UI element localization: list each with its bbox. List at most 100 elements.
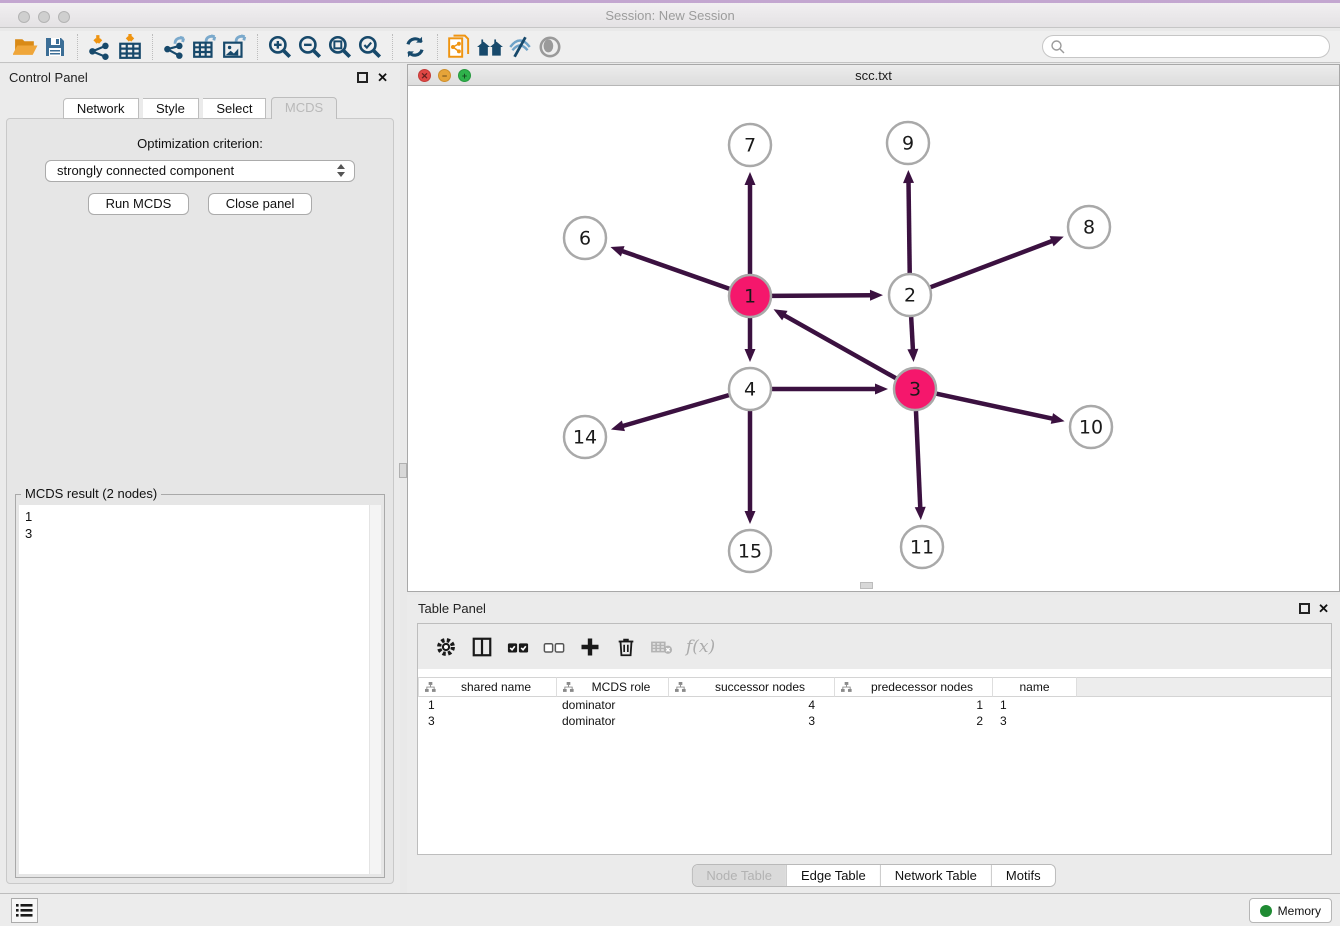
network-minimize-icon[interactable]: − [438,69,451,82]
graph-edge-2-9[interactable] [909,181,910,273]
table-header-row: shared name MCDS role successor nodes pr… [418,677,1331,697]
mcds-result-list[interactable]: 1 3 [19,505,381,874]
close-panel-icon[interactable]: ✕ [1318,601,1329,617]
create-column-icon[interactable] [572,631,608,663]
hide-selected-icon[interactable] [505,33,535,61]
graph-edge-arrowhead [870,290,883,301]
tab-network-table[interactable]: Network Table [880,865,991,886]
graph-edge-arrowhead [915,507,926,520]
import-network-icon[interactable] [85,33,115,61]
criterion-select[interactable]: strongly connected component [45,160,355,182]
canvas-resize-handle[interactable] [860,582,873,589]
graph-node-label: 6 [579,228,591,250]
mcds-result-title: MCDS result (2 nodes) [21,486,161,501]
graph-edge-2-8[interactable] [931,240,1054,287]
column-header-predecessor-nodes[interactable]: predecessor nodes [835,677,993,697]
graph-edge-3-11[interactable] [916,411,920,509]
window-close-icon[interactable] [18,11,30,23]
graph-node-label: 15 [738,541,762,563]
graph-edge-4-14[interactable] [621,395,728,426]
graph-node-label: 2 [904,285,916,307]
table-settings-icon[interactable] [428,631,464,663]
column-header-mcds-role[interactable]: MCDS role [557,677,669,697]
list-icon [16,903,33,918]
network-view-window: ✕ − + scc.txt 7968124314101511 [407,64,1340,592]
tab-select[interactable]: Select [203,98,266,119]
task-history-button[interactable] [11,898,38,923]
graph-edge-1-6[interactable] [621,251,729,289]
graph-edge-arrowhead [745,349,756,362]
unselect-all-icon[interactable] [536,631,572,663]
tab-edge-table[interactable]: Edge Table [786,865,880,886]
graph-edge-3-1[interactable] [783,315,896,379]
first-neighbors-icon[interactable] [475,33,505,61]
network-graph: 7968124314101511 [408,86,1339,591]
zoom-in-icon[interactable] [265,33,295,61]
graph-node-label: 1 [744,286,756,308]
function-builder-icon: f(x) [686,637,715,657]
show-column-icon[interactable] [464,631,500,663]
zoom-selected-icon[interactable] [355,33,385,61]
graph-edge-arrowhead [611,421,625,432]
select-all-icon[interactable] [500,631,536,663]
close-panel-button[interactable]: Close panel [208,193,313,215]
control-panel-tabs: Network Style Select MCDS [0,97,400,119]
tab-node-table[interactable]: Node Table [692,865,786,886]
criterion-value: strongly connected component [57,163,234,178]
table-panel-header: Table Panel ✕ [407,595,1340,621]
export-table-icon[interactable] [190,33,220,61]
optimization-criterion-label: Optimization criterion: [7,136,393,151]
toolbar-separator [437,34,438,60]
result-line: 1 [19,505,381,525]
column-header-shared-name[interactable]: shared name [418,677,557,697]
select-stepper-icon [337,164,345,177]
zoom-fit-icon[interactable] [325,33,355,61]
scrollbar[interactable] [369,505,381,874]
mcds-panel: Optimization criterion: strongly connect… [6,118,394,884]
tab-network[interactable]: Network [63,98,139,119]
window-minimize-icon[interactable] [38,11,50,23]
network-maximize-icon[interactable]: + [458,69,471,82]
delete-column-icon[interactable] [608,631,644,663]
show-all-icon[interactable] [535,33,565,61]
table-panel-title: Table Panel [418,601,486,616]
graph-edge-3-10[interactable] [937,394,1054,419]
tab-style[interactable]: Style [143,98,199,119]
table-row[interactable]: 1 dominator 4 1 1 [418,697,1331,713]
tab-motifs[interactable]: Motifs [991,865,1055,886]
zoom-out-icon[interactable] [295,33,325,61]
network-canvas[interactable]: 7968124314101511 [408,86,1339,591]
import-table-icon[interactable] [115,33,145,61]
attribute-icon [425,682,436,693]
graph-edge-arrowhead [745,511,756,524]
control-panel-title: Control Panel [9,70,88,85]
run-mcds-button[interactable]: Run MCDS [88,193,190,215]
network-close-icon[interactable]: ✕ [418,69,431,82]
close-panel-icon[interactable]: ✕ [377,70,388,86]
splitter-handle[interactable] [399,463,407,478]
export-image-icon[interactable] [220,33,250,61]
search-input[interactable] [1066,38,1329,56]
memory-status-icon [1260,905,1272,917]
graph-node-label: 10 [1079,417,1103,439]
toolbar-separator [257,34,258,60]
clone-network-icon[interactable] [445,33,475,61]
tab-mcds[interactable]: MCDS [271,97,337,119]
apply-layout-icon[interactable] [400,33,430,61]
float-panel-icon[interactable] [357,72,368,83]
table-panel: Table Panel ✕ [407,595,1340,893]
table-row[interactable]: 3 dominator 3 2 3 [418,713,1331,729]
graph-edge-1-2[interactable] [772,295,872,296]
delete-table-icon [644,631,680,663]
export-network-icon[interactable] [160,33,190,61]
attribute-icon [675,682,686,693]
float-panel-icon[interactable] [1299,603,1310,614]
save-session-icon[interactable] [40,33,70,61]
window-title: Session: New Session [0,3,1340,28]
memory-button[interactable]: Memory [1249,898,1332,923]
graph-edge-2-3[interactable] [911,317,913,351]
window-zoom-icon[interactable] [58,11,70,23]
open-session-icon[interactable] [10,33,40,61]
column-header-name[interactable]: name [993,677,1077,697]
column-header-successor-nodes[interactable]: successor nodes [669,677,835,697]
